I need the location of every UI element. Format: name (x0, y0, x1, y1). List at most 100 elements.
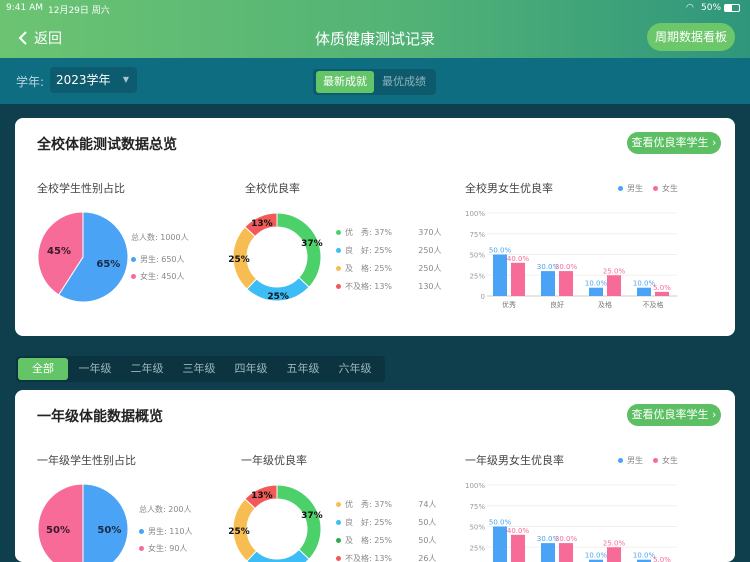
bar-label-female: 30.0% (555, 263, 578, 271)
grade-tab-2[interactable]: 二年级 (122, 358, 172, 380)
bar-legend-female: 女生 (653, 455, 678, 466)
grade-tab-6[interactable]: 六年级 (330, 358, 380, 380)
tab-latest[interactable]: 最新成就 (316, 71, 374, 93)
grade-tab-5[interactable]: 五年级 (278, 358, 328, 380)
rate-label: 优 秀: (345, 500, 372, 509)
y-tick-label: 100% (465, 482, 485, 490)
view-excellent-students-button[interactable]: 查看优良率学生 › (627, 132, 721, 154)
legend-label: 男生 (627, 456, 643, 465)
bar-label-female: 30.0% (555, 535, 578, 543)
result-toggle: 最新成就 最优成绩 (313, 69, 436, 95)
rate-label: 及 格: (345, 264, 372, 273)
card-title: 全校体能测试数据总览 (37, 137, 177, 153)
pie-label-male: 50% (97, 525, 121, 536)
female-count: 女生: 90人 (148, 544, 188, 553)
y-tick-label: 75% (469, 231, 485, 239)
overview-card: 一年级体能数据概览 查看优良率学生 › 一年级学生性别占比 一年级优良率 一年级… (15, 390, 735, 562)
pie-label-female: 50% (46, 525, 70, 536)
battery-icon (724, 4, 740, 12)
male-count: 男生: 110人 (148, 527, 193, 536)
y-tick-label: 75% (469, 503, 485, 511)
bar-male (493, 254, 507, 296)
male-dot-icon (139, 529, 144, 534)
legend-dot-icon (336, 230, 341, 235)
rate-legend-item: 良 好: 25% 50人 (336, 517, 436, 528)
grade-tab-3[interactable]: 三年级 (174, 358, 224, 380)
bar-label-female: 40.0% (507, 255, 530, 263)
bar-label-female: 25.0% (603, 539, 626, 547)
page-title: 体质健康测试记录 (314, 30, 435, 48)
rate-legend-item: 不及格: 13% 26人 (336, 553, 436, 562)
bar-label-male: 10.0% (633, 552, 656, 560)
bar-female (511, 262, 525, 296)
gender-rate-bar-chart: 100%75%50%25%050.0%40.0%优秀30.0%30.0%良好10… (465, 482, 677, 562)
rate-count: 130人 (418, 282, 442, 291)
rate-pct: 13% (374, 554, 393, 562)
gender-pie-chart: 65% 45% (37, 211, 129, 303)
total-count: 总人数: 200人 (139, 505, 192, 514)
donut-label: 37% (301, 511, 323, 521)
donut-label: 13% (251, 491, 273, 501)
filter-bar: 学年: 2023学年 ▼ 最新成就 最优成绩 (0, 58, 750, 104)
donut-segment (276, 212, 322, 288)
donut-segment (276, 484, 322, 560)
tab-best[interactable]: 最优成绩 (375, 71, 433, 93)
grade-tab-all[interactable]: 全部 (18, 358, 68, 380)
rate-label: 及 格: (345, 536, 372, 545)
year-select[interactable]: 2023学年 ▼ (50, 67, 137, 93)
bar-male (637, 287, 651, 296)
status-date: 12月29日 周六 (48, 6, 110, 16)
period-dashboard-button[interactable]: 周期数据看板 (647, 23, 735, 51)
legend-dot-icon (336, 248, 341, 253)
donut-label: 25% (267, 292, 289, 302)
legend-label: 女生 (662, 456, 678, 465)
rate-label: 良 好: (345, 518, 372, 527)
legend-dot-icon (336, 538, 341, 543)
legend-dot-icon (336, 502, 341, 507)
x-tick-label: 不及格 (643, 300, 664, 309)
year-label: 学年: (16, 75, 45, 89)
rate-legend-item: 及 格: 25% 250人 (336, 263, 442, 274)
bar-female (607, 275, 621, 296)
legend-male: 男生: 650人 (131, 254, 185, 265)
legend-female: 女生: 90人 (139, 543, 187, 554)
male-count: 男生: 650人 (140, 255, 185, 264)
female-count: 女生: 450人 (140, 272, 185, 281)
bar-label-female: 25.0% (603, 267, 626, 275)
battery-percent: 50% (701, 3, 722, 13)
rate-legend-item: 优 秀: 37% 370人 (336, 227, 442, 238)
bar-male (589, 287, 603, 296)
bar-legend-male: 男生 (618, 455, 643, 466)
gender-rate-bar-chart: 100%75%50%25%050.0%40.0%优秀30.0%30.0%良好10… (465, 210, 677, 309)
legend-female: 女生: 450人 (131, 271, 185, 282)
rate-label: 良 好: (345, 246, 372, 255)
grade-tab-1[interactable]: 一年级 (70, 358, 120, 380)
bar-chart-title: 全校男女生优良率 (465, 182, 553, 195)
rate-label: 优 秀: (345, 228, 372, 237)
bar-label-male: 10.0% (585, 280, 608, 288)
pie-label-male: 65% (96, 259, 120, 270)
legend-label: 男生 (627, 184, 643, 193)
rate-pct: 25% (374, 536, 393, 545)
bar-female (511, 534, 525, 562)
bar-female (559, 271, 573, 296)
y-tick-label: 50% (469, 524, 485, 532)
app-header: 9:41 AM 12月29日 周六 50% ◠ 返回 体质健康测试记录 周期数据… (0, 0, 750, 58)
rate-count: 370人 (418, 228, 442, 237)
rate-label: 不及格: (345, 282, 372, 291)
female-dot-icon (139, 546, 144, 551)
wifi-icon: ◠ (686, 3, 694, 13)
pie-slice-female (37, 483, 84, 562)
bar-label-male: 10.0% (585, 552, 608, 560)
female-dot-icon (653, 186, 658, 191)
grade-tabs: 全部 一年级 二年级 三年级 四年级 五年级 六年级 (16, 356, 385, 382)
view-excellent-students-button[interactable]: 查看优良率学生 › (627, 404, 721, 426)
female-dot-icon (653, 458, 658, 463)
bar-female (559, 543, 573, 562)
status-time: 9:41 AM (6, 3, 43, 13)
grade-tab-4[interactable]: 四年级 (226, 358, 276, 380)
rate-pct: 37% (374, 228, 393, 237)
overview-card: 全校体能测试数据总览 查看优良率学生 › 全校学生性别占比 全校优良率 全校男女… (15, 118, 735, 336)
donut-label: 25% (228, 527, 250, 537)
legend-dot-icon (336, 520, 341, 525)
